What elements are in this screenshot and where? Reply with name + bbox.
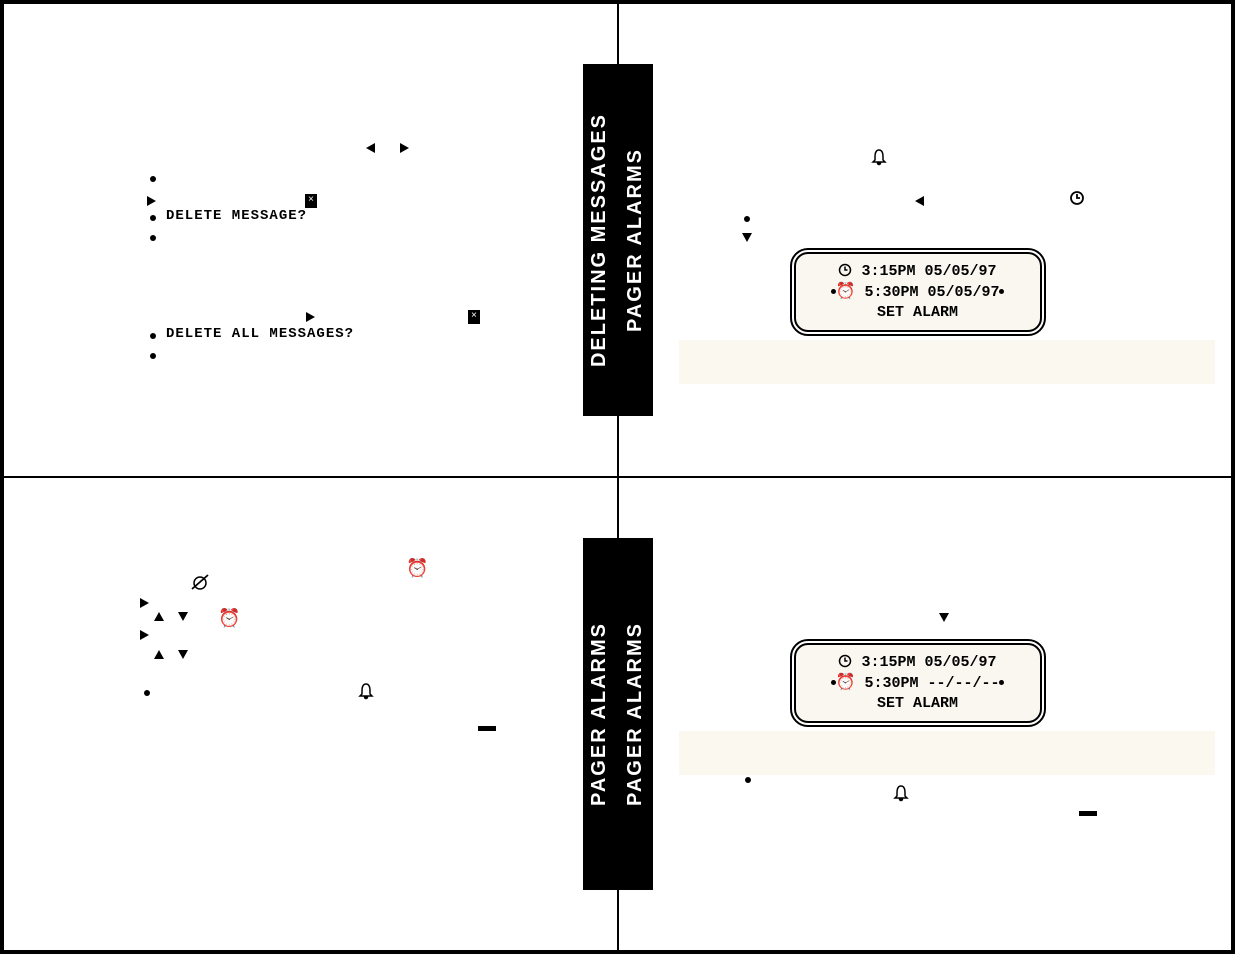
cursor-dot-icon bbox=[999, 289, 1004, 294]
alarm-on-icon: ⏰ bbox=[218, 608, 240, 630]
pager-lcd: 3:15PM 05/05/97 ⏰ 5:30PM 05/05/97 SET AL… bbox=[794, 252, 1042, 332]
right-arrow-icon bbox=[140, 630, 149, 640]
lcd-alarm-time: 5:30PM bbox=[864, 284, 918, 301]
down-arrow-icon bbox=[742, 233, 752, 242]
lcd-row-1: 3:15PM 05/05/97 bbox=[806, 653, 1030, 673]
bullet-icon bbox=[150, 333, 156, 339]
cursor-dot-icon bbox=[999, 680, 1004, 685]
left-arrow-icon bbox=[915, 196, 924, 206]
bell-icon bbox=[871, 149, 887, 171]
alarm-icon: ⏰ bbox=[836, 282, 856, 302]
alarm-off-icon bbox=[190, 573, 210, 597]
lcd-time-date: 3:15PM 05/05/97 bbox=[861, 263, 996, 280]
clock-alarm-icon bbox=[1069, 190, 1085, 211]
bell-icon bbox=[358, 683, 374, 705]
bullet-icon bbox=[744, 216, 750, 222]
panel-top-left: DELETING MESSAGES × DELETE MESSAGE? × DE… bbox=[3, 3, 618, 477]
right-arrow-icon bbox=[400, 143, 409, 153]
content-tr: 3:15PM 05/05/97 ⏰ 5:30PM 05/05/97 SET AL… bbox=[619, 4, 1232, 476]
right-arrow-icon bbox=[147, 196, 156, 206]
lcd-time-date: 3:15PM 05/05/97 bbox=[861, 654, 996, 671]
right-arrow-icon bbox=[306, 312, 315, 322]
lcd-row-3: SET ALARM bbox=[806, 303, 1030, 323]
down-arrow-icon bbox=[939, 613, 949, 622]
bell-icon bbox=[893, 785, 909, 807]
bullet-icon bbox=[150, 235, 156, 241]
bullet-icon bbox=[150, 176, 156, 182]
cream-strip bbox=[679, 340, 1215, 384]
content-bl: ⏰ ⏰ bbox=[4, 478, 617, 950]
dash-icon bbox=[478, 726, 496, 731]
bullet-icon bbox=[150, 215, 156, 221]
content-br: 3:15PM 05/05/97 ⏰ 5:30PM --/--/-- SET AL… bbox=[619, 478, 1232, 950]
left-arrow-icon bbox=[366, 143, 375, 153]
lcd-alarm-date: 05/05/97 bbox=[927, 284, 999, 301]
lcd-row-1: 3:15PM 05/05/97 bbox=[806, 262, 1030, 282]
alarm-icon: ⏰ bbox=[836, 673, 856, 693]
lcd-row-3: SET ALARM bbox=[806, 694, 1030, 714]
x-box-icon: × bbox=[468, 310, 480, 324]
x-box-icon: × bbox=[305, 194, 317, 208]
bullet-icon bbox=[150, 353, 156, 359]
right-arrow-icon bbox=[140, 598, 149, 608]
manual-page-grid: DELETING MESSAGES × DELETE MESSAGE? × DE… bbox=[0, 0, 1235, 954]
up-arrow-icon bbox=[154, 612, 164, 621]
lcd-row-2: ⏰ 5:30PM 05/05/97 bbox=[806, 282, 1030, 303]
up-arrow-icon bbox=[154, 650, 164, 659]
bullet-icon bbox=[144, 690, 150, 696]
dash-icon bbox=[1079, 811, 1097, 816]
lcd-alarm-time: 5:30PM bbox=[864, 675, 918, 692]
delete-message-prompt: DELETE MESSAGE? bbox=[166, 208, 307, 224]
lcd-row-2: ⏰ 5:30PM --/--/-- bbox=[806, 673, 1030, 694]
panel-bottom-left: PAGER ALARMS ⏰ ⏰ bbox=[3, 477, 618, 951]
cream-strip bbox=[679, 731, 1215, 775]
panel-top-right: PAGER ALARMS 3:15PM 05/05/97 ⏰ 5:30PM bbox=[618, 3, 1233, 477]
down-arrow-icon bbox=[178, 612, 188, 621]
delete-all-messages-prompt: DELETE ALL MESSAGES? bbox=[166, 326, 354, 342]
bullet-icon bbox=[745, 777, 751, 783]
pager-lcd: 3:15PM 05/05/97 ⏰ 5:30PM --/--/-- SET AL… bbox=[794, 643, 1042, 723]
alarm-on-icon: ⏰ bbox=[406, 558, 428, 580]
panel-bottom-right: PAGER ALARMS 3:15PM 05/05/97 ⏰ 5:30PM --… bbox=[618, 477, 1233, 951]
lcd-alarm-date: --/--/-- bbox=[927, 675, 999, 692]
content-tl: × DELETE MESSAGE? × DELETE ALL MESSAGES? bbox=[4, 4, 617, 476]
down-arrow-icon bbox=[178, 650, 188, 659]
